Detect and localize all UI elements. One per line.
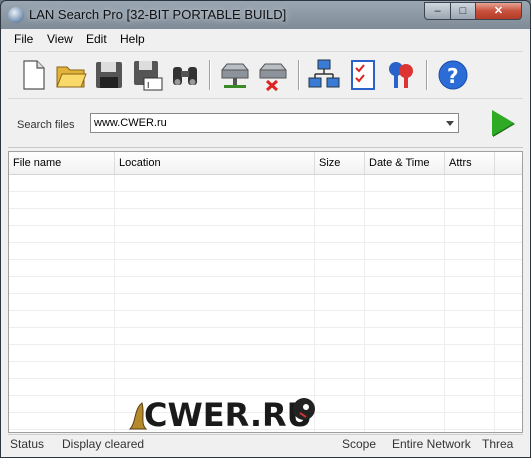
title-bar[interactable]: LAN Search Pro [32-BIT PORTABLE BUILD] –… — [1, 1, 530, 29]
table-header: File name Location Size Date & Time Attr… — [9, 152, 522, 175]
column-header-date-time[interactable]: Date & Time — [365, 152, 445, 174]
scope-label: Scope — [342, 437, 377, 451]
menu-edit[interactable]: Edit — [86, 32, 107, 46]
menu-bar: File View Edit Help — [8, 29, 523, 49]
column-header-attrs[interactable]: Attrs — [445, 152, 495, 174]
column-divider — [444, 175, 445, 432]
app-icon[interactable] — [8, 7, 24, 23]
network-computers-icon[interactable] — [307, 58, 341, 92]
binoculars-icon[interactable] — [168, 58, 202, 92]
column-divider — [364, 175, 365, 432]
threads-label: Threa — [482, 437, 514, 451]
search-input[interactable]: www.CWER.ru — [90, 113, 459, 133]
toolbar: I ? — [8, 51, 523, 99]
watermark-text: CWER.RU — [144, 396, 313, 434]
scope-value: Entire Network — [392, 437, 471, 451]
column-divider — [494, 175, 495, 432]
search-files-label: Search files — [17, 119, 75, 131]
save-disk-icon[interactable] — [92, 58, 126, 92]
minimize-button[interactable]: – — [424, 2, 451, 20]
save-as-disk-icon[interactable]: I — [130, 58, 164, 92]
menu-help[interactable]: Help — [120, 32, 145, 46]
svg-text:I: I — [147, 81, 149, 90]
open-folder-icon[interactable] — [54, 58, 88, 92]
status-label: Status — [10, 437, 45, 451]
close-button[interactable]: ✕ — [475, 2, 522, 20]
column-divider — [114, 175, 115, 432]
start-search-play-icon[interactable] — [492, 110, 514, 136]
search-row: Search files www.CWER.ru — [8, 99, 523, 148]
chevron-down-icon[interactable] — [446, 121, 454, 126]
map-network-drive-icon[interactable] — [218, 58, 252, 92]
client-area: File View Edit Help I ? Search files www… — [8, 29, 523, 452]
column-header-size[interactable]: Size — [315, 152, 365, 174]
menu-view[interactable]: View — [47, 32, 73, 46]
app-window: LAN Search Pro [32-BIT PORTABLE BUILD] –… — [0, 0, 531, 458]
maximize-button[interactable]: □ — [450, 2, 476, 20]
status-message: Display cleared — [62, 437, 145, 451]
new-document-icon[interactable] — [16, 58, 50, 92]
search-input-value: www.CWER.ru — [94, 117, 167, 129]
toolbar-separator — [426, 60, 428, 90]
toolbar-separator — [209, 60, 211, 90]
toolbar-separator — [298, 60, 300, 90]
checklist-icon[interactable] — [346, 58, 380, 92]
column-header-location[interactable]: Location — [115, 152, 315, 174]
menu-file[interactable]: File — [14, 32, 33, 46]
column-header-file-name[interactable]: File name — [9, 152, 115, 174]
help-icon[interactable]: ? — [436, 58, 470, 92]
keys-icon[interactable] — [384, 58, 418, 92]
disconnect-network-drive-icon[interactable] — [256, 58, 290, 92]
svg-text:?: ? — [447, 64, 459, 88]
status-bar: Status Display cleared Scope Entire Netw… — [8, 434, 523, 452]
window-title: LAN Search Pro [32-BIT PORTABLE BUILD] — [29, 7, 287, 22]
watermark-logo: CWER.RU — [128, 396, 315, 434]
